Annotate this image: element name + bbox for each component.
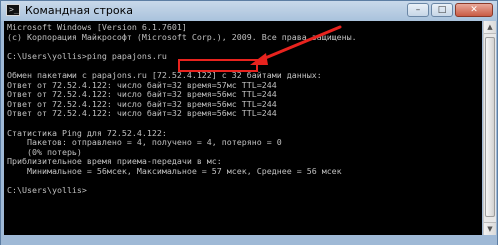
minimize-button[interactable]: – (407, 3, 429, 17)
console-line: C:\Users\yollis> (7, 185, 87, 196)
caption-buttons: – □ ✕ (407, 3, 493, 18)
chevron-down-icon: ▼ (487, 225, 493, 233)
minimize-icon: – (415, 4, 421, 15)
maximize-icon: □ (437, 4, 447, 15)
cmd-icon[interactable]: >_ (6, 4, 20, 16)
cmd-window: >_ Командная строка – □ ✕ Microsoft Wind… (0, 0, 498, 245)
scroll-thumb[interactable] (485, 37, 495, 217)
prompt-glyph: >_ (9, 5, 19, 14)
window-title: Командная строка (25, 4, 133, 17)
scroll-down-button[interactable]: ▼ (484, 222, 496, 235)
chevron-up-icon: ▲ (487, 23, 493, 31)
red-arrow-icon (250, 25, 342, 65)
vertical-scrollbar[interactable]: ▲ ▼ (483, 21, 496, 235)
title-bar[interactable]: >_ Командная строка – □ ✕ (1, 1, 497, 21)
console-line: Ответ от 72.52.4.122: число байт=32 врем… (7, 108, 277, 119)
close-button[interactable]: ✕ (455, 3, 493, 17)
maximize-button[interactable]: □ (431, 3, 453, 17)
close-icon: ✕ (470, 4, 478, 15)
scroll-up-button[interactable]: ▲ (484, 21, 496, 34)
console-output[interactable]: Microsoft Windows [Version 6.1.7601] (c)… (4, 21, 482, 235)
console-line: Минимальное = 56мсек, Максимальное = 57 … (7, 165, 342, 176)
window-bottom-border (1, 235, 497, 245)
